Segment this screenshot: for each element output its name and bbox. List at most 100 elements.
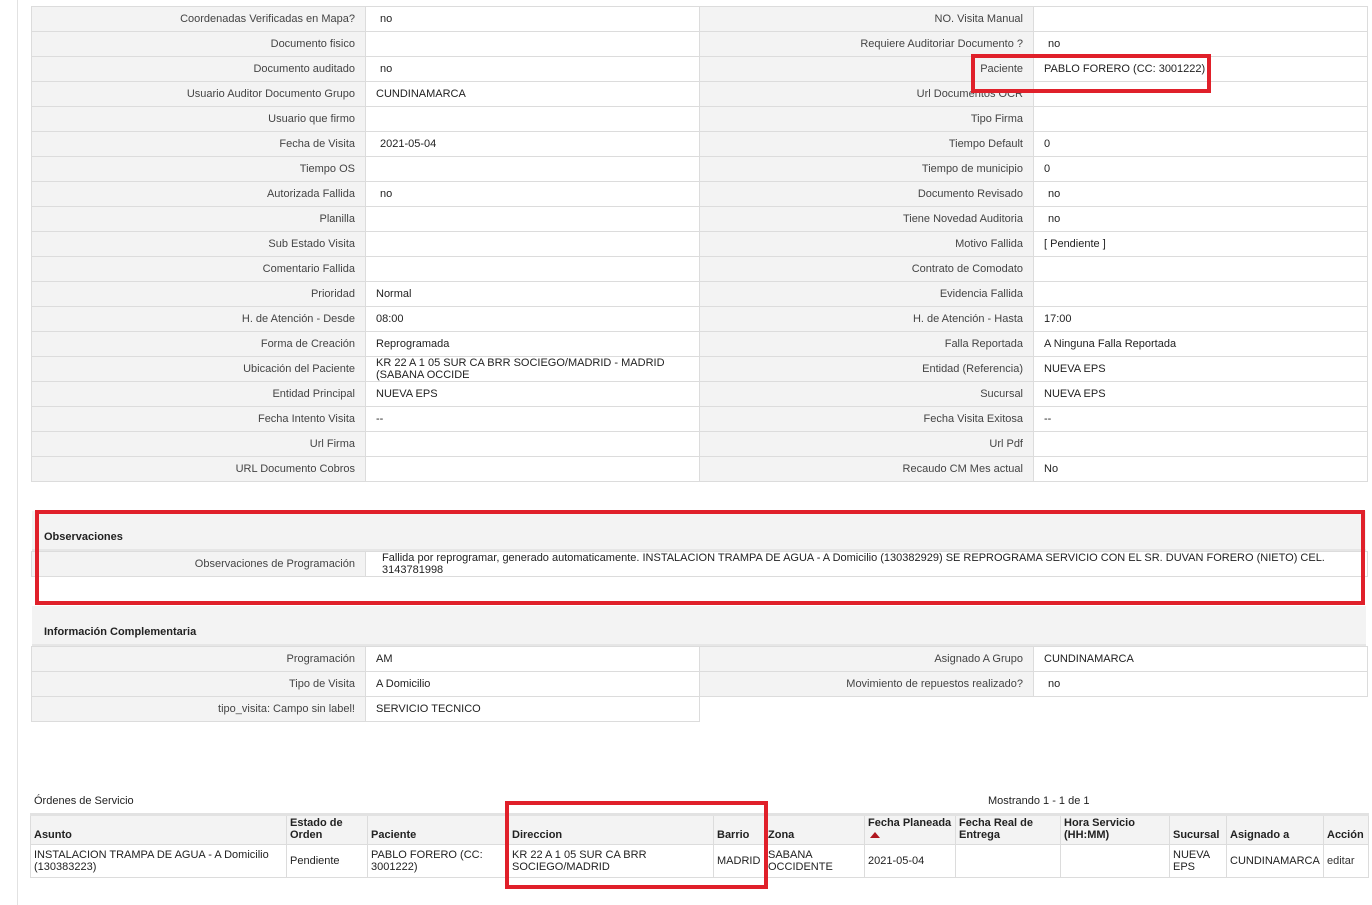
- field-label: Planilla: [31, 206, 366, 232]
- field-value: no: [365, 181, 700, 207]
- field-value: 0: [1033, 131, 1368, 157]
- field-value: Normal: [365, 281, 700, 307]
- field-label: Fecha de Visita: [31, 131, 366, 157]
- detail-row: Usuario Auditor Documento Grupo CUNDINAMA…: [31, 81, 1368, 107]
- field-label: Requiere Auditoriar Documento ?: [699, 31, 1034, 57]
- field-label: Url Firma: [31, 431, 366, 457]
- field-label: Movimiento de repuestos realizado?: [699, 671, 1034, 697]
- field-value: --: [1033, 406, 1368, 432]
- field-value: --: [365, 406, 700, 432]
- field-label: Sub Estado Visita: [31, 231, 366, 257]
- field-label: Coordenadas Verificadas en Mapa?: [31, 6, 366, 32]
- col-hora[interactable]: Hora Servicio (HH:MM): [1060, 813, 1170, 845]
- field-value: [1033, 431, 1368, 457]
- field-label: Prioridad: [31, 281, 366, 307]
- field-label: Url Pdf: [699, 431, 1034, 457]
- complementaria-table: Programación AM Asignado A Grupo CUNDINA…: [31, 646, 1368, 722]
- col-fecha-planeada-label: Fecha Planeada: [868, 817, 952, 829]
- col-direccion[interactable]: Direccion: [508, 813, 714, 845]
- field-value: no: [365, 6, 700, 32]
- cell-hora: [1060, 844, 1170, 878]
- cell-asunto: INSTALACION TRAMPA DE AGUA - A Domicilio…: [30, 844, 287, 878]
- field-value: NUEVA EPS: [1033, 381, 1368, 407]
- field-value: [365, 31, 700, 57]
- cell-direccion: KR 22 A 1 05 SUR CA BRR SOCIEGO/MADRID: [508, 844, 714, 878]
- edit-link[interactable]: editar: [1323, 844, 1369, 878]
- field-label: Motivo Fallida: [699, 231, 1034, 257]
- field-label: Contrato de Comodato: [699, 256, 1034, 282]
- field-value: [1033, 106, 1368, 132]
- observaciones-table: Observaciones de Programación Fallida po…: [31, 551, 1368, 577]
- observaciones-header: Observaciones: [32, 511, 1366, 553]
- col-sucursal[interactable]: Sucursal: [1169, 813, 1227, 845]
- detail-row: Forma de Creación Reprogramada Falla Repor…: [31, 331, 1368, 357]
- field-label: Forma de Creación: [31, 331, 366, 357]
- field-value: 08:00: [365, 306, 700, 332]
- complementaria-row: Tipo de Visita A Domicilio Movimiento de…: [31, 671, 1368, 697]
- field-value: CUNDINAMARCA: [1033, 646, 1368, 672]
- field-label: tipo_visita: Campo sin label!: [31, 696, 366, 722]
- field-value: 17:00: [1033, 306, 1368, 332]
- col-asignado[interactable]: Asignado a: [1226, 813, 1324, 845]
- col-fecha-planeada[interactable]: Fecha Planeada: [864, 813, 956, 845]
- table-row[interactable]: INSTALACION TRAMPA DE AGUA - A Domicilio…: [30, 844, 1369, 878]
- detail-row: Url Firma Url Pdf: [31, 431, 1368, 457]
- cell-fecha-real: [955, 844, 1061, 878]
- field-label: Comentario Fallida: [31, 256, 366, 282]
- col-paciente[interactable]: Paciente: [367, 813, 509, 845]
- col-barrio[interactable]: Barrio: [713, 813, 765, 845]
- field-label: Autorizada Fallida: [31, 181, 366, 207]
- field-label: Tiene Novedad Auditoria: [699, 206, 1034, 232]
- cell-asignado: CUNDINAMARCA: [1226, 844, 1324, 878]
- field-value: No: [1033, 456, 1368, 482]
- orders-title: Órdenes de Servicio: [34, 795, 134, 807]
- detail-row: Sub Estado Visita Motivo Fallida[ Pendien…: [31, 231, 1368, 257]
- cell-sucursal: NUEVA EPS: [1169, 844, 1227, 878]
- observaciones-row: Observaciones de Programación Fallida po…: [31, 551, 1368, 577]
- field-label: Fecha Intento Visita: [31, 406, 366, 432]
- field-label: Evidencia Fallida: [699, 281, 1034, 307]
- cell-estado: Pendiente: [286, 844, 368, 878]
- col-accion: Acción: [1323, 813, 1369, 845]
- detail-row: Ubicación del Paciente KR 22 A 1 05 SUR C…: [31, 356, 1368, 382]
- field-value: [365, 206, 700, 232]
- field-value: no: [1033, 206, 1368, 232]
- complementaria-header: Información Complementaria: [32, 606, 1366, 648]
- field-value: CUNDINAMARCA: [365, 81, 700, 107]
- field-value: [365, 256, 700, 282]
- field-value: [365, 456, 700, 482]
- field-label: H. de Atención - Desde: [31, 306, 366, 332]
- field-label: Url Documentos OCR: [699, 81, 1034, 107]
- visit-detail-table: Coordenadas Verificadas en Mapa? no NO. Vi…: [31, 6, 1368, 482]
- field-label: Programación: [31, 646, 366, 672]
- empty-cell: [1033, 696, 1368, 722]
- field-label: H. de Atención - Hasta: [699, 306, 1034, 332]
- col-fecha-real[interactable]: Fecha Real de Entrega: [955, 813, 1061, 845]
- field-value: no: [365, 56, 700, 82]
- field-label: Tiempo de municipio: [699, 156, 1034, 182]
- orders-table: Asunto Estado de Orden Paciente Direccio…: [30, 813, 1369, 878]
- detail-row: Planilla Tiene Novedad Auditoria no: [31, 206, 1368, 232]
- field-label: Entidad Principal: [31, 381, 366, 407]
- field-value: Reprogramada: [365, 331, 700, 357]
- complementaria-row: tipo_visita: Campo sin label! SERVICIO T…: [31, 696, 1368, 722]
- cell-barrio: MADRID: [713, 844, 765, 878]
- detail-row: Fecha Intento Visita -- Fecha Visita Exito…: [31, 406, 1368, 432]
- field-label: Documento auditado: [31, 56, 366, 82]
- field-value: [365, 231, 700, 257]
- page-left-border: [17, 0, 18, 905]
- col-estado[interactable]: Estado de Orden: [286, 813, 368, 845]
- detail-row: Prioridad Normal Evidencia Fallida: [31, 281, 1368, 307]
- field-label: Fecha Visita Exitosa: [699, 406, 1034, 432]
- col-asunto[interactable]: Asunto: [30, 813, 287, 845]
- orders-header-row: Asunto Estado de Orden Paciente Direccio…: [30, 813, 1369, 845]
- field-label: Documento Revisado: [699, 181, 1034, 207]
- detail-row: H. de Atención - Desde 08:00 H. de Atenció…: [31, 306, 1368, 332]
- field-value: [ Pendiente ]: [1033, 231, 1368, 257]
- field-label: Entidad (Referencia): [699, 356, 1034, 382]
- detail-row: Usuario que firmo Tipo Firma: [31, 106, 1368, 132]
- field-label: Tiempo Default: [699, 131, 1034, 157]
- field-label: Ubicación del Paciente: [31, 356, 366, 382]
- field-value: [365, 106, 700, 132]
- col-zona[interactable]: Zona: [764, 813, 865, 845]
